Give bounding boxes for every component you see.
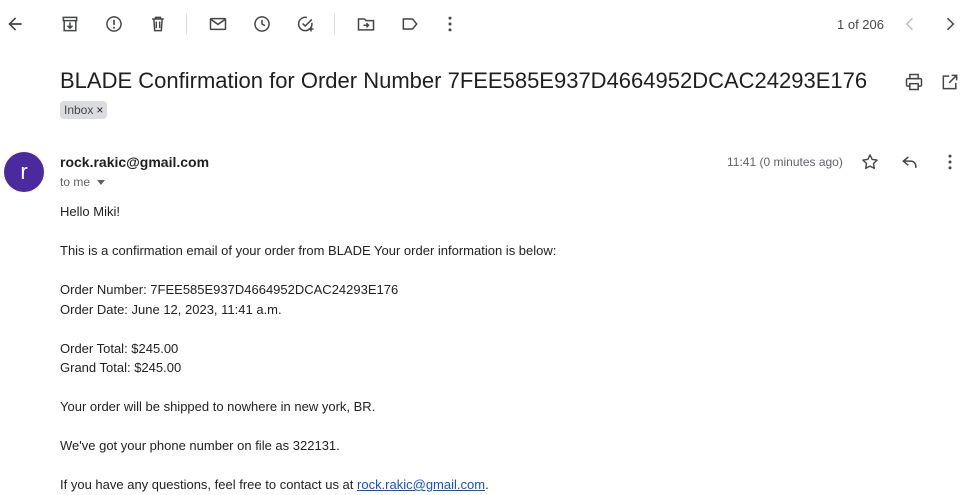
snooze-icon[interactable]	[252, 14, 272, 34]
next-icon[interactable]	[940, 14, 960, 34]
contact-suffix: .	[485, 477, 489, 492]
print-icon[interactable]	[904, 72, 924, 92]
body-phone: We've got your phone number on file as 3…	[60, 438, 340, 453]
body-greeting: Hello Miki!	[60, 204, 120, 219]
body-grand-total: Grand Total: $245.00	[60, 360, 182, 375]
email-timestamp: 11:41 (0 minutes ago)	[727, 155, 843, 169]
recipient-details-toggle[interactable]: to me	[60, 175, 106, 189]
inbox-label-chip[interactable]: Inbox ×	[60, 101, 108, 119]
label-icon[interactable]	[400, 14, 420, 34]
toolbar-divider	[334, 14, 335, 34]
contact-email-link[interactable]: rock.rakic@gmail.com	[357, 477, 485, 492]
body-contact: If you have any questions, feel free to …	[60, 475, 556, 495]
sender-email[interactable]: rock.rakic@gmail.com	[60, 154, 209, 170]
more-vert-icon[interactable]	[440, 14, 460, 34]
prev-icon[interactable]	[900, 14, 920, 34]
star-icon[interactable]	[860, 152, 880, 172]
remove-label-icon[interactable]: ×	[96, 101, 103, 119]
report-spam-icon[interactable]	[104, 14, 124, 34]
archive-icon[interactable]	[60, 14, 80, 34]
body-order-number: Order Number: 7FEE585E937D4664952DCAC242…	[60, 282, 399, 297]
chevron-down-icon	[97, 179, 106, 185]
delete-icon[interactable]	[148, 14, 168, 34]
move-to-icon[interactable]	[356, 14, 376, 34]
contact-prefix: If you have any questions, feel free to …	[60, 477, 358, 492]
body-intro: This is a confirmation email of your ord…	[60, 243, 557, 258]
back-icon[interactable]	[5, 14, 25, 34]
label-text: Inbox	[64, 103, 94, 117]
recipient-label: to me	[60, 175, 91, 189]
open-in-new-window-icon[interactable]	[940, 72, 960, 92]
more-vert-icon[interactable]	[940, 152, 960, 172]
toolbar-divider	[186, 14, 187, 34]
body-order-total: Order Total: $245.00	[60, 340, 179, 356]
message-counter: 1 of 206	[837, 17, 884, 32]
add-task-icon[interactable]	[296, 14, 316, 34]
email-body: Hello Miki! This is a confirmation email…	[60, 202, 556, 495]
body-shipping: Your order will be shipped to nowhere in…	[60, 399, 376, 414]
avatar[interactable]: r	[4, 152, 44, 192]
reply-icon[interactable]	[900, 152, 920, 172]
email-subject: BLADE Confirmation for Order Number 7FEE…	[60, 68, 868, 93]
mark-unread-icon[interactable]	[208, 14, 228, 34]
body-order-date: Order Date: June 12, 2023, 11:41 a.m.	[60, 301, 282, 317]
